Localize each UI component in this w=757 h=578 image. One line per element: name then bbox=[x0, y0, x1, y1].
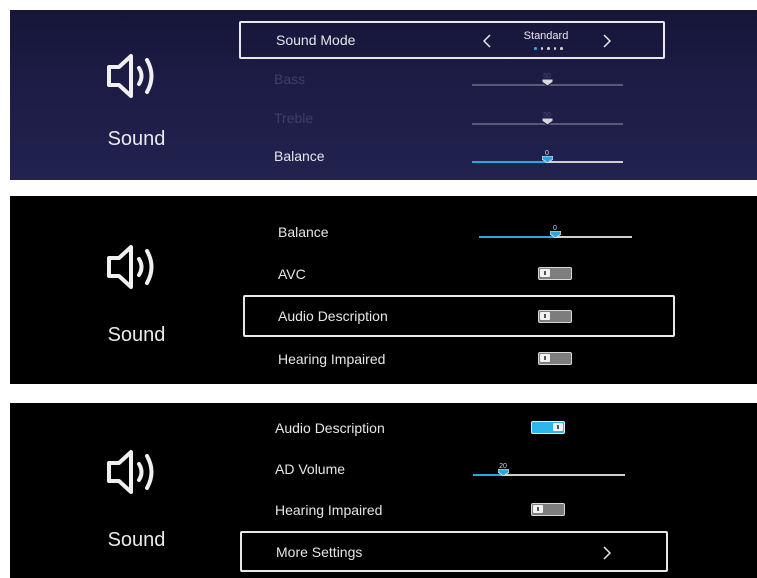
chevron-left-icon[interactable] bbox=[483, 34, 491, 48]
avc-toggle[interactable] bbox=[538, 267, 572, 280]
category-sidebar: Sound bbox=[10, 443, 263, 552]
bass-label: Bass bbox=[274, 71, 306, 87]
balance-slider[interactable]: 0 bbox=[472, 149, 623, 163]
category-title: Sound bbox=[107, 324, 166, 346]
slider-thumb[interactable] bbox=[542, 79, 553, 86]
ad-volume-slider[interactable]: 20 bbox=[473, 462, 625, 476]
page-dot bbox=[560, 47, 563, 50]
balance-label: Balance bbox=[278, 224, 329, 240]
avc-row[interactable]: AVC bbox=[243, 256, 673, 292]
slider-thumb[interactable] bbox=[542, 156, 553, 163]
slider-thumb[interactable] bbox=[550, 231, 561, 238]
sound-menu-panel-1: Sound Sound Mode Standard Bass 50 Treble bbox=[10, 10, 757, 180]
more-settings-row[interactable]: More Settings bbox=[240, 531, 668, 572]
page-dot bbox=[540, 47, 543, 50]
slider-thumb[interactable] bbox=[542, 118, 553, 125]
speaker-icon bbox=[106, 450, 153, 494]
avc-label: AVC bbox=[278, 266, 306, 282]
slider-fill bbox=[479, 236, 555, 238]
audio-description-row[interactable]: Audio Description bbox=[243, 295, 675, 337]
category-sidebar: Sound bbox=[10, 238, 263, 347]
sound-mode-row[interactable]: Sound Mode Standard bbox=[239, 21, 665, 59]
sound-menu-panel-2: Sound Balance 0 AVC Audio Description He… bbox=[10, 196, 757, 384]
audio-description-label: Audio Description bbox=[278, 308, 388, 324]
hearing-impaired-toggle[interactable] bbox=[538, 352, 572, 365]
page-dot bbox=[553, 47, 556, 50]
toggle-knob bbox=[540, 269, 550, 277]
toggle-knob bbox=[553, 423, 563, 431]
category-sidebar: Sound bbox=[10, 50, 263, 151]
page-dot bbox=[547, 47, 550, 50]
audio-description-label: Audio Description bbox=[275, 420, 385, 436]
toggle-knob bbox=[540, 312, 550, 320]
hearing-impaired-toggle[interactable] bbox=[531, 503, 565, 516]
speaker-icon bbox=[106, 54, 153, 98]
hearing-impaired-label: Hearing Impaired bbox=[275, 502, 383, 518]
bass-slider[interactable]: 50 bbox=[472, 72, 623, 86]
sound-mode-value: Standard bbox=[523, 30, 569, 42]
chevron-right-icon[interactable] bbox=[603, 34, 611, 48]
slider-fill bbox=[472, 161, 547, 163]
category-title: Sound bbox=[107, 529, 166, 551]
audio-description-row[interactable]: Audio Description bbox=[240, 410, 670, 446]
treble-slider[interactable]: 50 bbox=[472, 111, 623, 125]
hearing-impaired-row[interactable]: Hearing Impaired bbox=[240, 492, 670, 528]
category-title: Sound bbox=[107, 128, 166, 150]
hearing-impaired-label: Hearing Impaired bbox=[278, 351, 386, 367]
chevron-right-icon[interactable] bbox=[603, 546, 611, 560]
hearing-impaired-row[interactable]: Hearing Impaired bbox=[243, 341, 673, 377]
sound-mode-label: Sound Mode bbox=[276, 32, 356, 48]
sound-menu-panel-3: Sound Audio Description AD Volume 20 Hea… bbox=[10, 403, 757, 578]
page-dot-active bbox=[534, 47, 537, 50]
treble-label: Treble bbox=[274, 110, 314, 126]
sound-mode-page-dots bbox=[534, 47, 563, 50]
more-settings-label: More Settings bbox=[276, 543, 363, 560]
audio-description-toggle[interactable] bbox=[538, 310, 572, 323]
audio-description-toggle[interactable] bbox=[531, 421, 565, 434]
slider-thumb[interactable] bbox=[498, 469, 509, 476]
balance-label: Balance bbox=[274, 148, 325, 164]
toggle-knob bbox=[540, 354, 550, 362]
ad-volume-label: AD Volume bbox=[275, 461, 346, 477]
toggle-knob bbox=[533, 505, 543, 513]
balance-slider[interactable]: 0 bbox=[479, 224, 632, 238]
speaker-icon bbox=[106, 245, 153, 289]
